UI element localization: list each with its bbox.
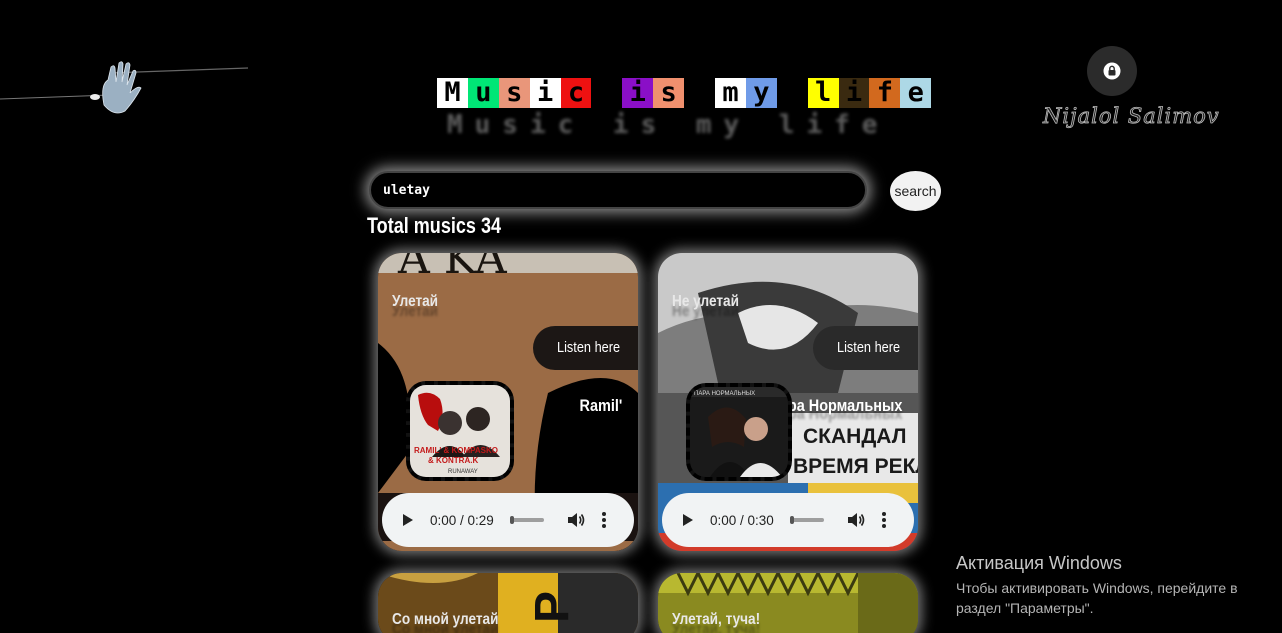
title-letter: l [807,78,839,108]
audio-player: 0:00 / 0:29 [382,493,634,547]
play-icon [403,514,413,526]
svg-text:RAMIL' & KOMPASKO: RAMIL' & KOMPASKO [414,446,498,455]
title-letter: s [498,78,530,108]
album-cover: RAMIL' & KOMPASKO & KONTRA.K RUNAWAY [406,381,514,481]
title-letter: y [745,78,777,108]
search-button[interactable]: search [890,171,941,211]
title-letter: s [653,78,685,108]
listen-here-button[interactable]: Listen here [813,326,918,370]
more-options-icon[interactable] [876,510,892,530]
song-title: Улетай [392,293,439,310]
activation-line: Чтобы активировать Windows, перейдите в [956,580,1238,596]
search-input[interactable] [369,171,867,209]
progress-slider[interactable] [509,516,544,524]
title-letter [684,78,716,108]
title-letter: i [838,78,870,108]
svg-text:СКАНДАЛ: СКАНДАЛ [803,425,906,448]
title-letter: f [869,78,901,108]
song-title: Улетай, туча! [672,611,761,628]
svg-text:ВРЕМЯ РЕКЛ: ВРЕМЯ РЕКЛ [793,455,918,478]
title-letter: m [715,78,746,108]
album-cover: ПАРА НОРМАЛЬНЫХ [686,383,792,481]
activation-line: раздел "Параметры". [956,600,1094,616]
author-signature: Nijalol Salimov [1043,104,1220,129]
title-letter: e [900,78,932,108]
listen-here-button[interactable]: Listen here [533,326,638,370]
more-options-icon[interactable] [596,510,612,530]
lock-icon [1103,62,1121,80]
site-title: Music is my life Music is my life [437,78,932,140]
title-letter: i [622,78,654,108]
svg-text:ПАРА НОРМАЛЬНЫХ: ПАРА НОРМАЛЬНЫХ [694,391,755,397]
playback-time: 0:00 / 0:29 [430,512,494,528]
song-title: Со мной улетай [392,611,499,628]
song-title: Не улетай [672,293,739,310]
play-button[interactable] [678,510,698,530]
title-letter [776,78,808,108]
play-button[interactable] [398,510,418,530]
windows-activation-notice: Активация Windows Чтобы активировать Win… [956,553,1238,618]
title-letter: M [437,78,468,108]
hand-logo [0,61,249,114]
svg-text:RUNAWAY: RUNAWAY [448,469,478,475]
login-button[interactable] [1087,46,1137,96]
title-letter: u [467,78,499,108]
artist-name: Ramil' [579,396,622,415]
music-card: P Со мной улетай [378,573,638,633]
music-card: Улетай, туча! [658,573,918,633]
volume-icon[interactable] [846,510,866,530]
activation-title: Активация Windows [956,553,1122,573]
svg-text:A KA: A KA [397,253,508,284]
svg-text:& KONTRA.K: & KONTRA.K [428,456,478,465]
progress-slider[interactable] [789,516,824,524]
svg-text:P: P [526,591,579,623]
playback-time: 0:00 / 0:30 [710,512,774,528]
play-icon [683,514,693,526]
title-letter [591,78,623,108]
music-card: A KA Улетай Listen here Ramil' RAMIL' & … [378,253,638,551]
title-reflection: Music is my life [447,110,890,140]
music-card: СКАНДАЛ ВРЕМЯ РЕКЛ Не улетай Listen here… [658,253,918,551]
volume-icon[interactable] [566,510,586,530]
total-musics-count: Total musics 34 [367,213,502,238]
title-letter: i [529,78,561,108]
title-letter: c [560,78,592,108]
audio-player: 0:00 / 0:30 [662,493,914,547]
